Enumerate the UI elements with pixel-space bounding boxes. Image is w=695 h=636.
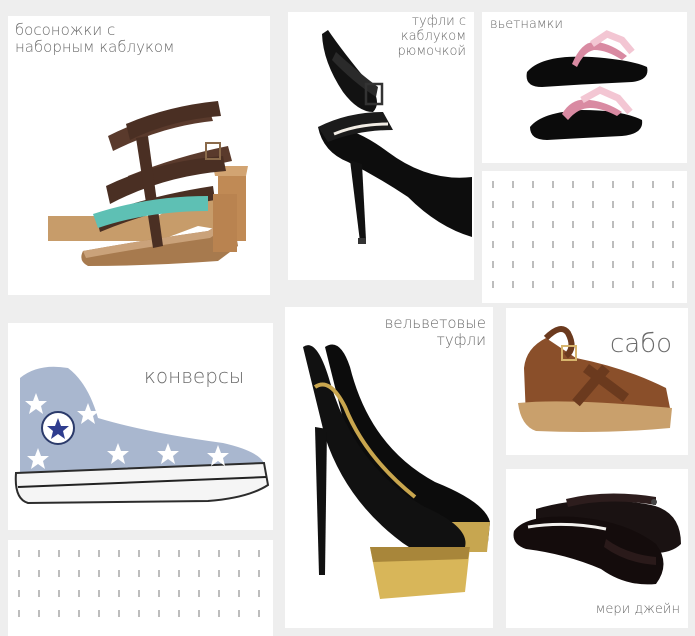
card-converse[interactable]: конверсы xyxy=(8,323,273,530)
card-maryjane[interactable]: мери джейн xyxy=(506,469,688,628)
pattern-right-middle xyxy=(482,171,687,303)
mary-jane-shoe-image xyxy=(513,493,681,585)
card-clogs[interactable]: сабо xyxy=(506,308,688,455)
card-sandals[interactable]: босоножки с наборным каблуком xyxy=(8,16,270,295)
clog-image xyxy=(518,326,672,432)
converse-sneaker-image xyxy=(14,366,270,505)
card-flipflops[interactable]: вьетнамки xyxy=(482,12,687,163)
velvet-platform-pump-image xyxy=(303,344,490,599)
pattern-bottom-left xyxy=(8,540,273,636)
sandal-image xyxy=(48,101,248,266)
card-velvet[interactable]: вельветовые туфли xyxy=(285,307,493,628)
heel-shoe-image xyxy=(318,30,472,244)
card-heels[interactable]: туфли с каблуком рюмочкой xyxy=(288,12,474,280)
flipflop-image xyxy=(526,30,648,140)
